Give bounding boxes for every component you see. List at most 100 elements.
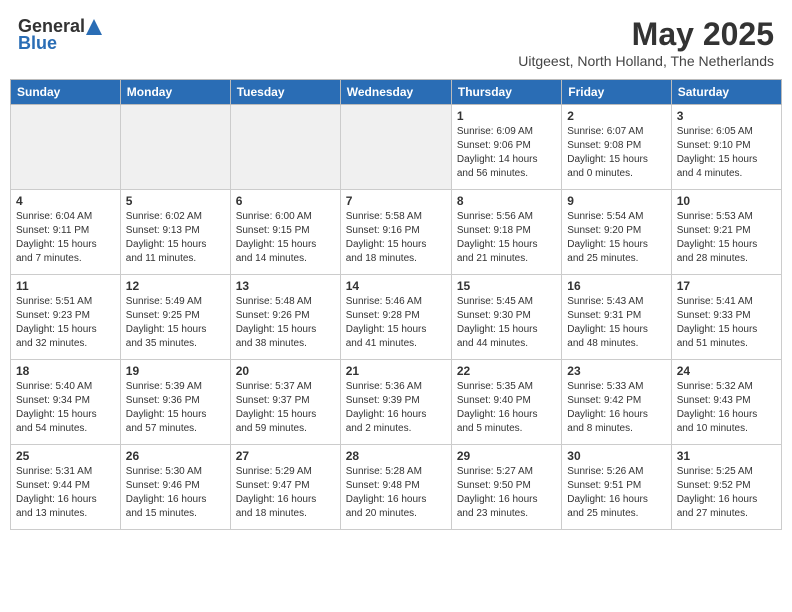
calendar-cell: 8 Sunrise: 5:56 AMSunset: 9:18 PMDaylight… <box>451 190 561 275</box>
weekday-header-wednesday: Wednesday <box>340 80 451 105</box>
day-number: 31 <box>677 449 776 463</box>
calendar-cell: 17 Sunrise: 5:41 AMSunset: 9:33 PMDayligh… <box>671 275 781 360</box>
week-row-1: 1 Sunrise: 6:09 AMSunset: 9:06 PMDaylight… <box>11 105 782 190</box>
day-number: 5 <box>126 194 225 208</box>
day-number: 30 <box>567 449 665 463</box>
calendar-cell: 6Sunrise: 6:00 AMSunset: 9:15 PMDaylight… <box>230 190 340 275</box>
calendar-cell: 27 Sunrise: 5:29 AMSunset: 9:47 PMDayligh… <box>230 445 340 530</box>
day-number: 29 <box>457 449 556 463</box>
weekday-header-sunday: Sunday <box>11 80 121 105</box>
weekday-header-friday: Friday <box>562 80 671 105</box>
day-number: 25 <box>16 449 115 463</box>
day-info: Sunrise: 5:45 AMSunset: 9:30 PMDaylight:… <box>457 295 556 351</box>
day-info: Sunrise: 5:51 AMSunset: 9:23 PMDaylight:… <box>16 295 115 351</box>
calendar-cell: 31 Sunrise: 5:25 AMSunset: 9:52 PMDayligh… <box>671 445 781 530</box>
logo: General Blue <box>18 16 103 54</box>
day-info: Sunrise: 5:40 AMSunset: 9:34 PMDaylight:… <box>16 380 115 436</box>
calendar-cell <box>340 105 451 190</box>
calendar-cell: 28Sunrise: 5:28 AMSunset: 9:48 PMDayligh… <box>340 445 451 530</box>
calendar-cell: 14 Sunrise: 5:46 AMSunset: 9:28 PMDayligh… <box>340 275 451 360</box>
day-number: 3 <box>677 109 776 123</box>
day-number: 10 <box>677 194 776 208</box>
week-row-5: 25 Sunrise: 5:31 AMSunset: 9:44 PMDayligh… <box>11 445 782 530</box>
day-number: 22 <box>457 364 556 378</box>
calendar-cell: 20 Sunrise: 5:37 AMSunset: 9:37 PMDayligh… <box>230 360 340 445</box>
calendar-cell: 16Sunrise: 5:43 AMSunset: 9:31 PMDayligh… <box>562 275 671 360</box>
weekday-header-saturday: Saturday <box>671 80 781 105</box>
day-number: 1 <box>457 109 556 123</box>
day-number: 8 <box>457 194 556 208</box>
week-row-3: 11 Sunrise: 5:51 AMSunset: 9:23 PMDayligh… <box>11 275 782 360</box>
day-info: Sunrise: 5:30 AMSunset: 9:46 PMDaylight:… <box>126 465 225 521</box>
day-info: Sunrise: 5:43 AMSunset: 9:31 PMDaylight:… <box>567 295 665 351</box>
day-number: 13 <box>236 279 335 293</box>
day-number: 4 <box>16 194 115 208</box>
day-info: Sunrise: 5:27 AMSunset: 9:50 PMDaylight:… <box>457 465 556 521</box>
day-info: Sunrise: 5:32 AMSunset: 9:43 PMDaylight:… <box>677 380 776 436</box>
calendar-cell: 23 Sunrise: 5:33 AMSunset: 9:42 PMDayligh… <box>562 360 671 445</box>
day-number: 15 <box>457 279 556 293</box>
calendar-cell: 19Sunrise: 5:39 AMSunset: 9:36 PMDayligh… <box>120 360 230 445</box>
calendar-cell: 21 Sunrise: 5:36 AMSunset: 9:39 PMDayligh… <box>340 360 451 445</box>
calendar-cell: 3 Sunrise: 6:05 AMSunset: 9:10 PMDaylight… <box>671 105 781 190</box>
day-info: Sunrise: 6:04 AMSunset: 9:11 PMDaylight:… <box>16 210 115 266</box>
weekday-header-monday: Monday <box>120 80 230 105</box>
day-number: 21 <box>346 364 446 378</box>
day-number: 7 <box>346 194 446 208</box>
calendar-cell <box>120 105 230 190</box>
calendar-cell: 25 Sunrise: 5:31 AMSunset: 9:44 PMDayligh… <box>11 445 121 530</box>
calendar-cell: 2Sunrise: 6:07 AMSunset: 9:08 PMDaylight… <box>562 105 671 190</box>
day-info: Sunrise: 6:09 AMSunset: 9:06 PMDaylight:… <box>457 125 556 181</box>
calendar-cell <box>11 105 121 190</box>
weekday-header-thursday: Thursday <box>451 80 561 105</box>
day-info: Sunrise: 6:07 AMSunset: 9:08 PMDaylight:… <box>567 125 665 181</box>
calendar-cell: 11 Sunrise: 5:51 AMSunset: 9:23 PMDayligh… <box>11 275 121 360</box>
calendar-cell: 18Sunrise: 5:40 AMSunset: 9:34 PMDayligh… <box>11 360 121 445</box>
day-info: Sunrise: 6:05 AMSunset: 9:10 PMDaylight:… <box>677 125 776 181</box>
calendar-cell: 5 Sunrise: 6:02 AMSunset: 9:13 PMDaylight… <box>120 190 230 275</box>
calendar-cell: 7Sunrise: 5:58 AMSunset: 9:16 PMDaylight… <box>340 190 451 275</box>
day-info: Sunrise: 5:53 AMSunset: 9:21 PMDaylight:… <box>677 210 776 266</box>
day-number: 23 <box>567 364 665 378</box>
day-info: Sunrise: 6:00 AMSunset: 9:15 PMDaylight:… <box>236 210 335 266</box>
day-info: Sunrise: 5:41 AMSunset: 9:33 PMDaylight:… <box>677 295 776 351</box>
day-number: 11 <box>16 279 115 293</box>
calendar-cell: 13 Sunrise: 5:48 AMSunset: 9:26 PMDayligh… <box>230 275 340 360</box>
day-info: Sunrise: 5:29 AMSunset: 9:47 PMDaylight:… <box>236 465 335 521</box>
week-row-4: 18Sunrise: 5:40 AMSunset: 9:34 PMDayligh… <box>11 360 782 445</box>
day-number: 27 <box>236 449 335 463</box>
day-info: Sunrise: 5:48 AMSunset: 9:26 PMDaylight:… <box>236 295 335 351</box>
day-number: 28 <box>346 449 446 463</box>
weekday-header-tuesday: Tuesday <box>230 80 340 105</box>
day-number: 17 <box>677 279 776 293</box>
calendar-cell: 22 Sunrise: 5:35 AMSunset: 9:40 PMDayligh… <box>451 360 561 445</box>
calendar-cell: 1 Sunrise: 6:09 AMSunset: 9:06 PMDaylight… <box>451 105 561 190</box>
calendar-cell: 4 Sunrise: 6:04 AMSunset: 9:11 PMDaylight… <box>11 190 121 275</box>
day-info: Sunrise: 5:36 AMSunset: 9:39 PMDaylight:… <box>346 380 446 436</box>
page-header: General Blue May 2025 Uitgeest, North Ho… <box>10 10 782 75</box>
weekday-header-row: SundayMondayTuesdayWednesdayThursdayFrid… <box>11 80 782 105</box>
calendar-cell: 29 Sunrise: 5:27 AMSunset: 9:50 PMDayligh… <box>451 445 561 530</box>
month-title: May 2025 <box>518 16 774 53</box>
calendar-cell <box>230 105 340 190</box>
location-title: Uitgeest, North Holland, The Netherlands <box>518 53 774 69</box>
calendar-cell: 26Sunrise: 5:30 AMSunset: 9:46 PMDayligh… <box>120 445 230 530</box>
day-info: Sunrise: 5:54 AMSunset: 9:20 PMDaylight:… <box>567 210 665 266</box>
logo-blue-text: Blue <box>18 33 57 54</box>
calendar-cell: 24Sunrise: 5:32 AMSunset: 9:43 PMDayligh… <box>671 360 781 445</box>
day-info: Sunrise: 5:33 AMSunset: 9:42 PMDaylight:… <box>567 380 665 436</box>
day-info: Sunrise: 5:46 AMSunset: 9:28 PMDaylight:… <box>346 295 446 351</box>
day-info: Sunrise: 5:31 AMSunset: 9:44 PMDaylight:… <box>16 465 115 521</box>
day-info: Sunrise: 5:25 AMSunset: 9:52 PMDaylight:… <box>677 465 776 521</box>
day-number: 9 <box>567 194 665 208</box>
day-number: 20 <box>236 364 335 378</box>
day-number: 14 <box>346 279 446 293</box>
day-info: Sunrise: 5:26 AMSunset: 9:51 PMDaylight:… <box>567 465 665 521</box>
day-info: Sunrise: 6:02 AMSunset: 9:13 PMDaylight:… <box>126 210 225 266</box>
day-info: Sunrise: 5:37 AMSunset: 9:37 PMDaylight:… <box>236 380 335 436</box>
title-area: May 2025 Uitgeest, North Holland, The Ne… <box>518 16 774 69</box>
day-number: 12 <box>126 279 225 293</box>
day-info: Sunrise: 5:56 AMSunset: 9:18 PMDaylight:… <box>457 210 556 266</box>
day-info: Sunrise: 5:35 AMSunset: 9:40 PMDaylight:… <box>457 380 556 436</box>
calendar-cell: 9 Sunrise: 5:54 AMSunset: 9:20 PMDaylight… <box>562 190 671 275</box>
